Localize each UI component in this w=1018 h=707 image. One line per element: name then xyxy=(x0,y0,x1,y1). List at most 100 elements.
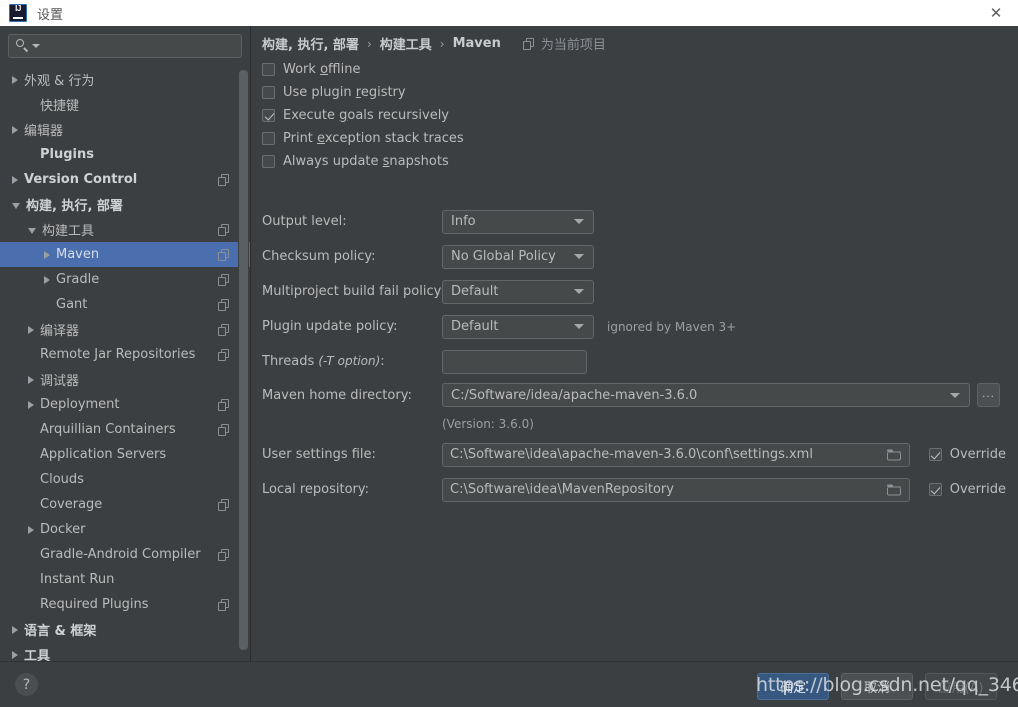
project-scope-icon xyxy=(218,398,230,411)
sidebar-item-快捷键[interactable]: 快捷键 xyxy=(0,92,250,117)
sidebar-item-required-plugins[interactable]: Required Plugins xyxy=(0,592,250,617)
folder-icon[interactable] xyxy=(887,484,902,495)
settings-tree[interactable]: 外观 & 行为 快捷键 编辑器 Plugins Version Control 构建, 执… xyxy=(0,67,250,661)
field-row-local-repository: Local repository: C:\Software\idea\Maven… xyxy=(262,472,1018,507)
checkbox-label: Print exception stack traces xyxy=(283,131,464,146)
sidebar-item-构建工具[interactable]: 构建工具 xyxy=(0,217,250,242)
sidebar-item-remote-jar-repositories[interactable]: Remote Jar Repositories xyxy=(0,342,250,367)
chevron-right-icon[interactable] xyxy=(28,325,34,334)
multiproject-fail-policy-dropdown[interactable]: Default xyxy=(442,279,594,304)
breadcrumb-part-0[interactable]: 构建, 执行, 部署 xyxy=(262,34,359,53)
folder-icon[interactable] xyxy=(887,449,902,460)
sidebar-item-label: 构建工具 xyxy=(42,224,95,239)
search-field-wrapper[interactable] xyxy=(8,34,242,58)
chevron-down-icon[interactable] xyxy=(32,44,40,48)
sidebar-item-外观-行为[interactable]: 外观 & 行为 xyxy=(0,67,250,92)
multiproject-fail-policy-label: Multiproject build fail policy: xyxy=(262,284,445,299)
sidebar-item-deployment[interactable]: Deployment xyxy=(0,392,250,417)
sidebar-item-label: Maven xyxy=(56,247,100,262)
breadcrumb-part-1[interactable]: 构建工具 xyxy=(380,34,432,53)
sidebar-scrollbar[interactable] xyxy=(238,67,249,661)
sidebar-item-version-control[interactable]: Version Control xyxy=(0,167,250,192)
plugin-update-policy-value: Default xyxy=(451,319,499,334)
sidebar-item-语言-框架[interactable]: 语言 & 框架 xyxy=(0,617,250,642)
intellij-idea-logo-icon xyxy=(9,4,27,22)
checkbox-row-work-offline[interactable]: Work offline xyxy=(262,58,464,81)
output-level-dropdown[interactable]: Info xyxy=(442,209,594,234)
chevron-right-icon[interactable] xyxy=(28,375,34,384)
user-settings-input[interactable]: C:\Software\idea\apache-maven-3.6.0\conf… xyxy=(442,442,910,467)
local-repository-input[interactable]: C:\Software\idea\MavenRepository xyxy=(442,477,910,502)
sidebar-item-label: Application Servers xyxy=(40,447,167,462)
sidebar-item-gradle-android-compiler[interactable]: Gradle-Android Compiler xyxy=(0,542,250,567)
sidebar-item-arquillian-containers[interactable]: Arquillian Containers xyxy=(0,417,250,442)
sidebar-item-构建-执行-部署[interactable]: 构建, 执行, 部署 xyxy=(0,192,250,217)
chevron-down-icon xyxy=(574,254,584,259)
chevron-right-icon[interactable] xyxy=(12,650,18,659)
sidebar-item-label: Gradle xyxy=(56,272,100,287)
sidebar-item-docker[interactable]: Docker xyxy=(0,517,250,542)
sidebar-item-编译器[interactable]: 编译器 xyxy=(0,317,250,342)
sidebar-item-gradle[interactable]: Gradle xyxy=(0,267,250,292)
chevron-down-icon[interactable] xyxy=(28,227,36,234)
checkbox-row-use-plugin-registry[interactable]: Use plugin registry xyxy=(262,81,464,104)
sidebar-item-gant[interactable]: Gant xyxy=(0,292,250,317)
checkbox-row-execute-goals-recursively[interactable]: Execute goals recursively xyxy=(262,104,464,127)
checkbox-label: Always update snapshots xyxy=(283,154,449,169)
checkbox-row-always-update-snapshots[interactable]: Always update snapshots xyxy=(262,150,464,173)
checkbox-print-exception-stack-traces[interactable] xyxy=(262,132,275,145)
chevron-right-icon[interactable] xyxy=(12,175,18,184)
apply-button[interactable]: 应用(A) xyxy=(925,673,997,700)
sidebar-scrollbar-thumb[interactable] xyxy=(239,70,248,650)
sidebar-item-maven[interactable]: Maven xyxy=(0,242,250,267)
checkbox-always-update-snapshots[interactable] xyxy=(262,155,275,168)
sidebar-item-plugins[interactable]: Plugins xyxy=(0,142,250,167)
maven-home-value: C:/Software/idea/apache-maven-3.6.0 xyxy=(451,387,698,403)
output-level-label: Output level: xyxy=(262,214,347,229)
local-repository-value: C:\Software\idea\MavenRepository xyxy=(450,482,674,497)
sidebar-item-label: 语言 & 框架 xyxy=(24,624,97,639)
project-scope-text: 为当前项目 xyxy=(540,38,606,53)
sidebar-item-工具[interactable]: 工具 xyxy=(0,642,250,661)
chevron-down-icon[interactable] xyxy=(12,202,20,209)
sidebar-item-coverage[interactable]: Coverage xyxy=(0,492,250,517)
ok-button[interactable]: 确定 xyxy=(757,673,829,700)
user-settings-override-checkbox[interactable] xyxy=(928,448,942,461)
cancel-button[interactable]: 取消 xyxy=(841,673,913,700)
maven-home-dropdown[interactable]: C:/Software/idea/apache-maven-3.6.0 xyxy=(442,383,970,407)
help-button[interactable]: ? xyxy=(15,673,38,696)
project-scope-icon xyxy=(218,248,230,261)
sidebar-item-编辑器[interactable]: 编辑器 xyxy=(0,117,250,142)
plugin-update-policy-dropdown[interactable]: Default xyxy=(442,314,594,339)
checkbox-work-offline[interactable] xyxy=(262,63,275,76)
chevron-right-icon[interactable] xyxy=(44,275,50,284)
project-scope-icon xyxy=(218,348,230,361)
chevron-right-icon[interactable] xyxy=(12,75,18,84)
threads-input[interactable] xyxy=(442,349,587,374)
checksum-policy-dropdown[interactable]: No Global Policy xyxy=(442,244,594,269)
project-scope-icon xyxy=(218,548,230,561)
field-row-checksum-policy: Checksum policy: No Global Policy xyxy=(262,239,1018,274)
sidebar-item-instant-run[interactable]: Instant Run xyxy=(0,567,250,592)
chevron-right-icon[interactable] xyxy=(12,125,18,134)
output-level-value: Info xyxy=(451,214,476,229)
sidebar-item-label: Clouds xyxy=(40,472,84,487)
checkbox-use-plugin-registry[interactable] xyxy=(262,86,275,99)
local-repository-override-checkbox[interactable] xyxy=(928,483,942,496)
sidebar-item-application-servers[interactable]: Application Servers xyxy=(0,442,250,467)
maven-home-browse-button[interactable]: ... xyxy=(977,383,1000,407)
checkbox-execute-goals-recursively[interactable] xyxy=(262,109,275,122)
chevron-right-icon[interactable] xyxy=(44,250,50,259)
window-title-bar: 设置 ✕ xyxy=(0,0,1018,26)
search-input[interactable] xyxy=(40,38,241,54)
sidebar-item-调试器[interactable]: 调试器 xyxy=(0,367,250,392)
sidebar-item-clouds[interactable]: Clouds xyxy=(0,467,250,492)
project-scope-icon xyxy=(218,498,230,511)
chevron-right-icon[interactable] xyxy=(28,400,34,409)
close-icon[interactable]: ✕ xyxy=(974,0,1018,26)
local-repository-override[interactable]: Override xyxy=(928,482,1006,497)
chevron-right-icon[interactable] xyxy=(28,525,34,534)
chevron-right-icon[interactable] xyxy=(12,625,18,634)
checkbox-row-print-exception-stack-traces[interactable]: Print exception stack traces xyxy=(262,127,464,150)
user-settings-override[interactable]: Override xyxy=(928,447,1006,462)
